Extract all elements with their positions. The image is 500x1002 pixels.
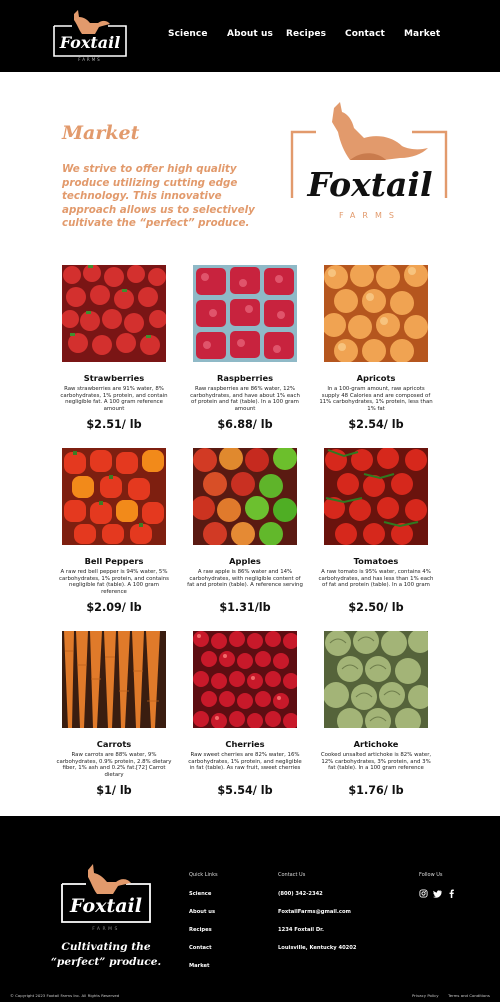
product-description: Raw strawberries are 91% water, 8% carbo… bbox=[60, 386, 168, 413]
product-price: $2.50/ lb bbox=[348, 601, 404, 614]
nav-about-us[interactable]: About us bbox=[227, 29, 273, 39]
product-name: Bell Peppers bbox=[84, 556, 144, 566]
svg-text:Foxtail: Foxtail bbox=[69, 895, 142, 917]
svg-text:Foxtail: Foxtail bbox=[306, 165, 432, 204]
product-name: Apricots bbox=[356, 373, 396, 383]
apricots-photo bbox=[324, 265, 428, 362]
follow-us-heading: Follow Us bbox=[419, 872, 443, 878]
footer-link-recipes[interactable]: Recipes bbox=[189, 927, 212, 933]
product-card-apricots[interactable]: Apricots In a 100-gram amount, raw apric… bbox=[319, 265, 433, 431]
nav-contact[interactable]: Contact bbox=[345, 29, 385, 39]
strawberries-photo bbox=[62, 265, 166, 362]
svg-text:FARMS: FARMS bbox=[339, 211, 401, 220]
product-card-apples[interactable]: Apples A raw apple is 86% water and 14% … bbox=[187, 448, 303, 614]
product-description: A raw apple is 86% water and 14% carbohy… bbox=[187, 569, 303, 589]
product-name: Cherries bbox=[225, 739, 265, 749]
product-description: Raw sweet cherries are 82% water, 16% ca… bbox=[188, 752, 302, 772]
page-title: Market bbox=[62, 122, 140, 144]
product-card-carrots[interactable]: Carrots Raw carrots are 88% water, 9% ca… bbox=[57, 631, 171, 797]
market-intro-text: We strive to offer high quality produce … bbox=[62, 163, 255, 230]
product-card-tomatoes[interactable]: Tomatoes A raw tomato is 95% water, cont… bbox=[319, 448, 433, 614]
contact-address-line1: 1234 Foxtail Dr. bbox=[278, 927, 324, 933]
product-name: Strawberries bbox=[83, 373, 145, 383]
top-navbar: Foxtail FARMS Science About us Recipes C… bbox=[0, 0, 500, 72]
twitter-icon[interactable] bbox=[433, 889, 442, 898]
contact-phone[interactable]: (800) 342-2342 bbox=[278, 891, 323, 897]
product-card-bell-peppers[interactable]: Bell Peppers A raw red bell pepper is 94… bbox=[59, 448, 169, 614]
product-price: $2.09/ lb bbox=[86, 601, 142, 614]
bell-peppers-photo bbox=[62, 448, 166, 545]
artichoke-photo bbox=[324, 631, 428, 728]
product-card-raspberries[interactable]: Raspberries Raw raspberries are 86% wate… bbox=[190, 265, 300, 431]
tomatoes-photo bbox=[324, 448, 428, 545]
svg-text:FARMS: FARMS bbox=[92, 926, 120, 932]
carrots-photo bbox=[62, 631, 166, 728]
copyright-text: © Copyright 2023 Foxtail Farms Inc. All … bbox=[10, 993, 120, 998]
contact-email[interactable]: FoxtailFarms@gmail.com bbox=[278, 909, 351, 915]
instagram-icon[interactable] bbox=[419, 889, 428, 898]
product-price: $1.76/ lb bbox=[348, 784, 404, 797]
foxtail-farms-logo: Foxtail FARMS bbox=[290, 102, 448, 220]
contact-address-line2: Louisville, Kentucky 40202 bbox=[278, 945, 357, 951]
site-footer: Foxtail FARMS Cultivating the “perfect” … bbox=[0, 816, 500, 1002]
product-name: Tomatoes bbox=[353, 556, 399, 566]
facebook-icon[interactable] bbox=[447, 889, 456, 898]
product-price: $1/ lb bbox=[96, 784, 132, 797]
product-card-artichoke[interactable]: Artichoke Cooked unsalted artichoke is 8… bbox=[321, 631, 431, 797]
product-name: Carrots bbox=[96, 739, 132, 749]
product-card-cherries[interactable]: Cherries Raw sweet cherries are 82% wate… bbox=[188, 631, 302, 797]
product-card-strawberries[interactable]: Strawberries Raw strawberries are 91% wa… bbox=[60, 265, 168, 431]
privacy-policy-link[interactable]: Privacy Policy bbox=[412, 993, 439, 998]
raspberries-photo bbox=[193, 265, 297, 362]
nav-market[interactable]: Market bbox=[404, 29, 440, 39]
contact-heading: Contact Us bbox=[278, 872, 306, 878]
foxtail-logo-footer[interactable]: Foxtail FARMS bbox=[60, 862, 152, 934]
apples-photo bbox=[193, 448, 297, 545]
product-description: A raw red bell pepper is 94% water, 5% c… bbox=[59, 569, 169, 596]
footer-link-science[interactable]: Science bbox=[189, 891, 211, 897]
product-name: Apples bbox=[229, 556, 261, 566]
main-nav: Science About us Recipes Contact Market bbox=[0, 0, 500, 72]
quick-links-heading: Quick Links bbox=[189, 872, 218, 878]
product-price: $5.54/ lb bbox=[217, 784, 273, 797]
footer-tagline: Cultivating the “perfect” produce. bbox=[50, 941, 162, 968]
product-description: Cooked unsalted artichoke is 82% water, … bbox=[320, 752, 432, 772]
nav-science[interactable]: Science bbox=[168, 29, 208, 39]
product-price: $2.54/ lb bbox=[348, 418, 404, 431]
product-description: Raw raspberries are 86% water, 12% carbo… bbox=[190, 386, 300, 413]
product-description: In a 100-gram amount, raw apricots suppl… bbox=[319, 386, 433, 413]
product-name: Raspberries bbox=[216, 373, 274, 383]
product-price: $2.51/ lb bbox=[86, 418, 142, 431]
footer-link-market[interactable]: Market bbox=[189, 963, 210, 969]
product-description: Raw carrots are 88% water, 9% carbohydra… bbox=[56, 752, 172, 779]
footer-link-contact[interactable]: Contact bbox=[189, 945, 212, 951]
nav-recipes[interactable]: Recipes bbox=[286, 29, 326, 39]
product-price: $1.31/lb bbox=[219, 601, 271, 614]
product-price: $6.88/ lb bbox=[217, 418, 273, 431]
cherries-photo bbox=[193, 631, 297, 728]
terms-link[interactable]: Terms and Conditions bbox=[448, 993, 490, 998]
footer-link-about-us[interactable]: About us bbox=[189, 909, 215, 915]
product-description: A raw tomato is 95% water, contains 4% c… bbox=[318, 569, 434, 589]
product-name: Artichoke bbox=[353, 739, 399, 749]
